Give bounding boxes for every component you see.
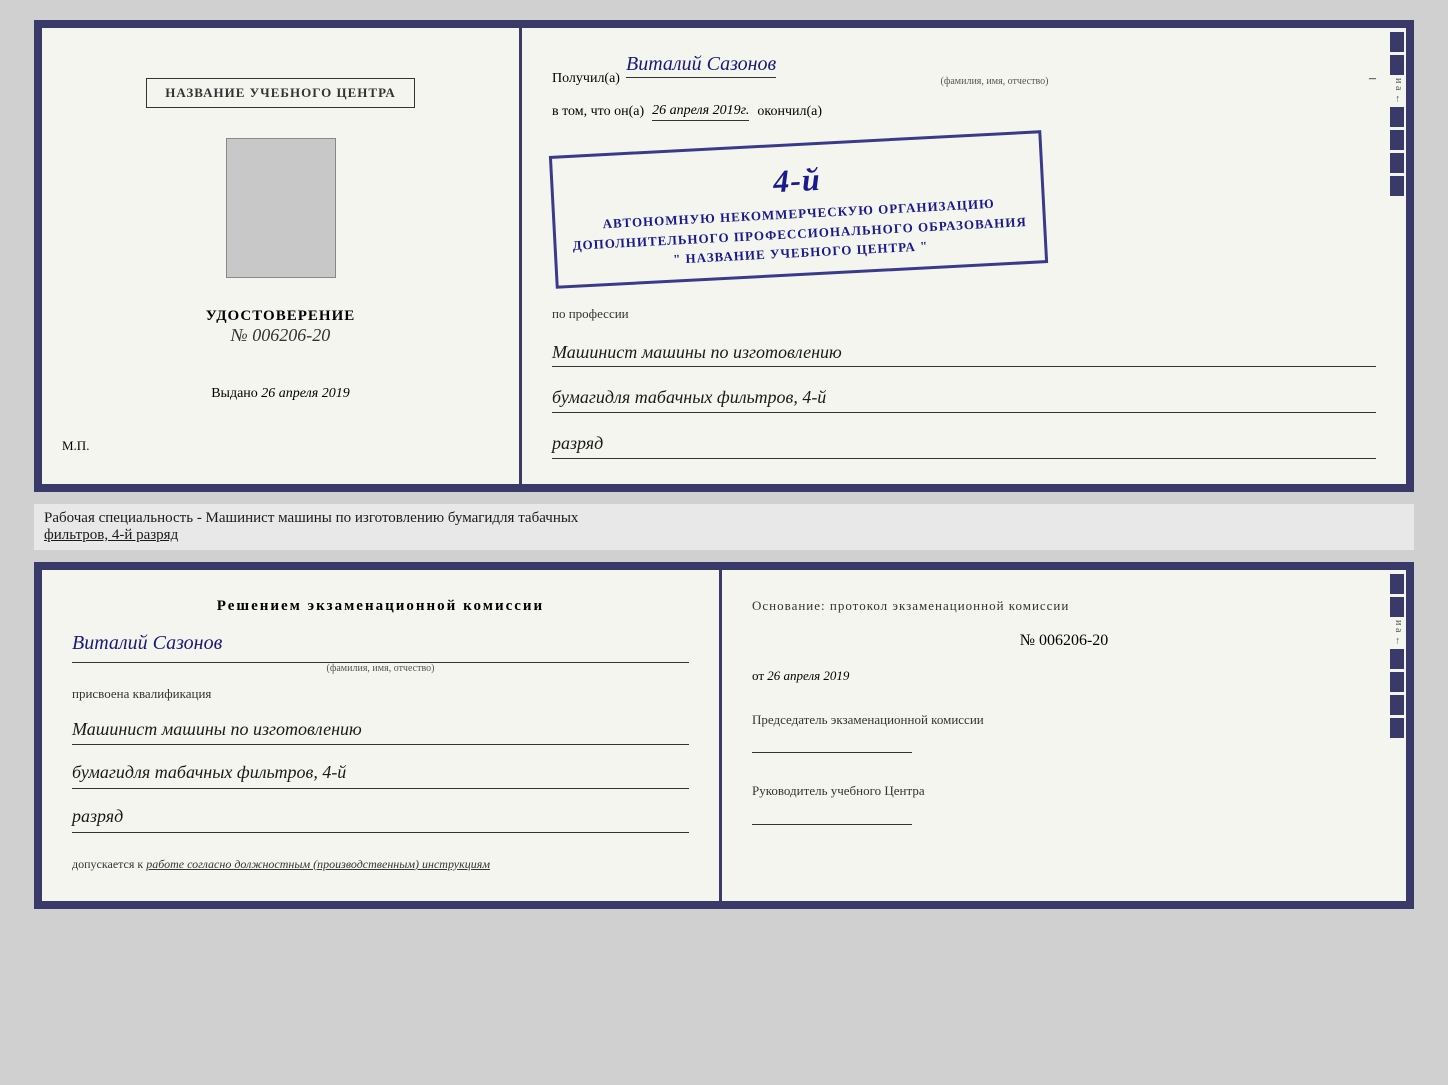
director-section: Руководитель учебного Центра bbox=[752, 781, 1376, 825]
deco-b-i: и bbox=[1390, 620, 1404, 625]
date-prefix: от bbox=[752, 668, 764, 683]
chairman-section: Председатель экзаменационной комиссии bbox=[752, 710, 1376, 754]
deco-1 bbox=[1390, 32, 1404, 52]
bottom-right-panel: Основание: протокол экзаменационной коми… bbox=[722, 570, 1406, 901]
deco-4 bbox=[1390, 130, 1404, 150]
stamp-box: 4-й АВТОНОМНУЮ НЕКОММЕРЧЕСКУЮ ОРГАНИЗАЦИ… bbox=[549, 130, 1048, 288]
person-name-hint: (фамилия, имя, отчество) bbox=[72, 663, 689, 674]
deco-3 bbox=[1390, 107, 1404, 127]
deco-text-a: а bbox=[1390, 86, 1404, 90]
deco-b-a: а bbox=[1390, 628, 1404, 632]
deco-text-i: и bbox=[1390, 78, 1404, 83]
deco-5 bbox=[1390, 153, 1404, 173]
bottom-left-panel: Решением экзаменационной комиссии Витали… bbox=[42, 570, 722, 901]
admission-value: работе согласно должностным (производств… bbox=[146, 857, 490, 871]
finished-label: окончил(а) bbox=[757, 104, 822, 120]
date-block: в том, что он(а) 26 апреля 2019г. окончи… bbox=[552, 103, 1376, 121]
protocol-date-value: 26 апреля 2019 bbox=[767, 668, 849, 683]
caption-bar: Рабочая специальность - Машинист машины … bbox=[34, 504, 1414, 550]
right-deco: и а ← bbox=[1388, 28, 1406, 484]
chairman-sign-line bbox=[752, 733, 912, 753]
chairman-label: Председатель экзаменационной комиссии bbox=[752, 710, 1376, 730]
protocol-number: № 006206-20 bbox=[752, 632, 1376, 650]
caption-text: Рабочая специальность - Машинист машины … bbox=[44, 510, 578, 526]
bottom-certificate-spread: Решением экзаменационной комиссии Витали… bbox=[34, 562, 1414, 909]
person-name-large: Виталий Сазонов bbox=[72, 627, 689, 663]
qualification-label: присвоена квалификация bbox=[72, 686, 689, 702]
osnov-label: Основание: протокол экзаменационной коми… bbox=[752, 598, 1376, 614]
director-label: Руководитель учебного Центра bbox=[752, 781, 1376, 801]
deco-b2 bbox=[1390, 597, 1404, 617]
profession-line1: Машинист машины по изготовлению bbox=[552, 338, 1376, 368]
deco-text-arr: ← bbox=[1390, 94, 1404, 104]
director-sign-line bbox=[752, 805, 912, 825]
date-value: 26 апреля 2019г. bbox=[652, 103, 749, 121]
admission-label: допускается к bbox=[72, 857, 143, 871]
deco-b6 bbox=[1390, 718, 1404, 738]
issued-label: Выдано bbox=[211, 386, 258, 401]
cert-right-panel: Получил(а) Виталий Сазонов (фамилия, имя… bbox=[522, 28, 1406, 484]
udost-number: № 006206-20 bbox=[206, 325, 356, 346]
decision-header: Решением экзаменационной комиссии bbox=[72, 598, 689, 615]
recipient-name: Виталий Сазонов bbox=[626, 53, 776, 78]
caption-text2: фильтров, 4-й разряд bbox=[44, 527, 178, 543]
photo-placeholder bbox=[226, 138, 336, 278]
stamp-area: 4-й АВТОНОМНУЮ НЕКОММЕРЧЕСКУЮ ОРГАНИЗАЦИ… bbox=[552, 143, 1376, 276]
deco-b3 bbox=[1390, 649, 1404, 669]
dash-top: – bbox=[1369, 71, 1376, 87]
deco-b1 bbox=[1390, 574, 1404, 594]
deco-b4 bbox=[1390, 672, 1404, 692]
udost-title: УДОСТОВЕРЕНИЕ bbox=[206, 308, 356, 325]
issued-block: Выдано 26 апреля 2019 bbox=[211, 386, 350, 402]
profession-label: по профессии bbox=[552, 306, 1376, 322]
training-center-label: НАЗВАНИЕ УЧЕБНОГО ЦЕНТРА bbox=[146, 78, 415, 108]
deco-b5 bbox=[1390, 695, 1404, 715]
qual-line2: бумагидля табачных фильтров, 4-й bbox=[72, 757, 689, 789]
top-certificate-spread: НАЗВАНИЕ УЧЕБНОГО ЦЕНТРА УДОСТОВЕРЕНИЕ №… bbox=[34, 20, 1414, 492]
bottom-right-deco: и а ← bbox=[1388, 570, 1406, 901]
deco-2 bbox=[1390, 55, 1404, 75]
udost-block: УДОСТОВЕРЕНИЕ № 006206-20 bbox=[206, 308, 356, 346]
recipient-block: Получил(а) Виталий Сазонов (фамилия, имя… bbox=[552, 53, 1376, 87]
cert-left-panel: НАЗВАНИЕ УЧЕБНОГО ЦЕНТРА УДОСТОВЕРЕНИЕ №… bbox=[42, 28, 522, 484]
deco-b-arr: ← bbox=[1390, 636, 1404, 646]
person-name-block: Виталий Сазонов (фамилия, имя, отчество) bbox=[72, 627, 689, 674]
received-prefix: Получил(а) bbox=[552, 71, 620, 87]
deco-6 bbox=[1390, 176, 1404, 196]
qual-line3: разряд bbox=[72, 801, 689, 833]
profession-line2: бумагидля табачных фильтров, 4-й bbox=[552, 383, 1376, 413]
mp-label: М.П. bbox=[62, 438, 89, 454]
profession-line3: разряд bbox=[552, 429, 1376, 459]
protocol-date-block: от 26 апреля 2019 bbox=[752, 668, 1376, 684]
admission-block: допускается к работе согласно должностны… bbox=[72, 855, 689, 873]
in-that-prefix: в том, что он(а) bbox=[552, 104, 644, 120]
qual-line1: Машинист машины по изготовлению bbox=[72, 714, 689, 746]
issued-date: 26 апреля 2019 bbox=[261, 386, 349, 401]
